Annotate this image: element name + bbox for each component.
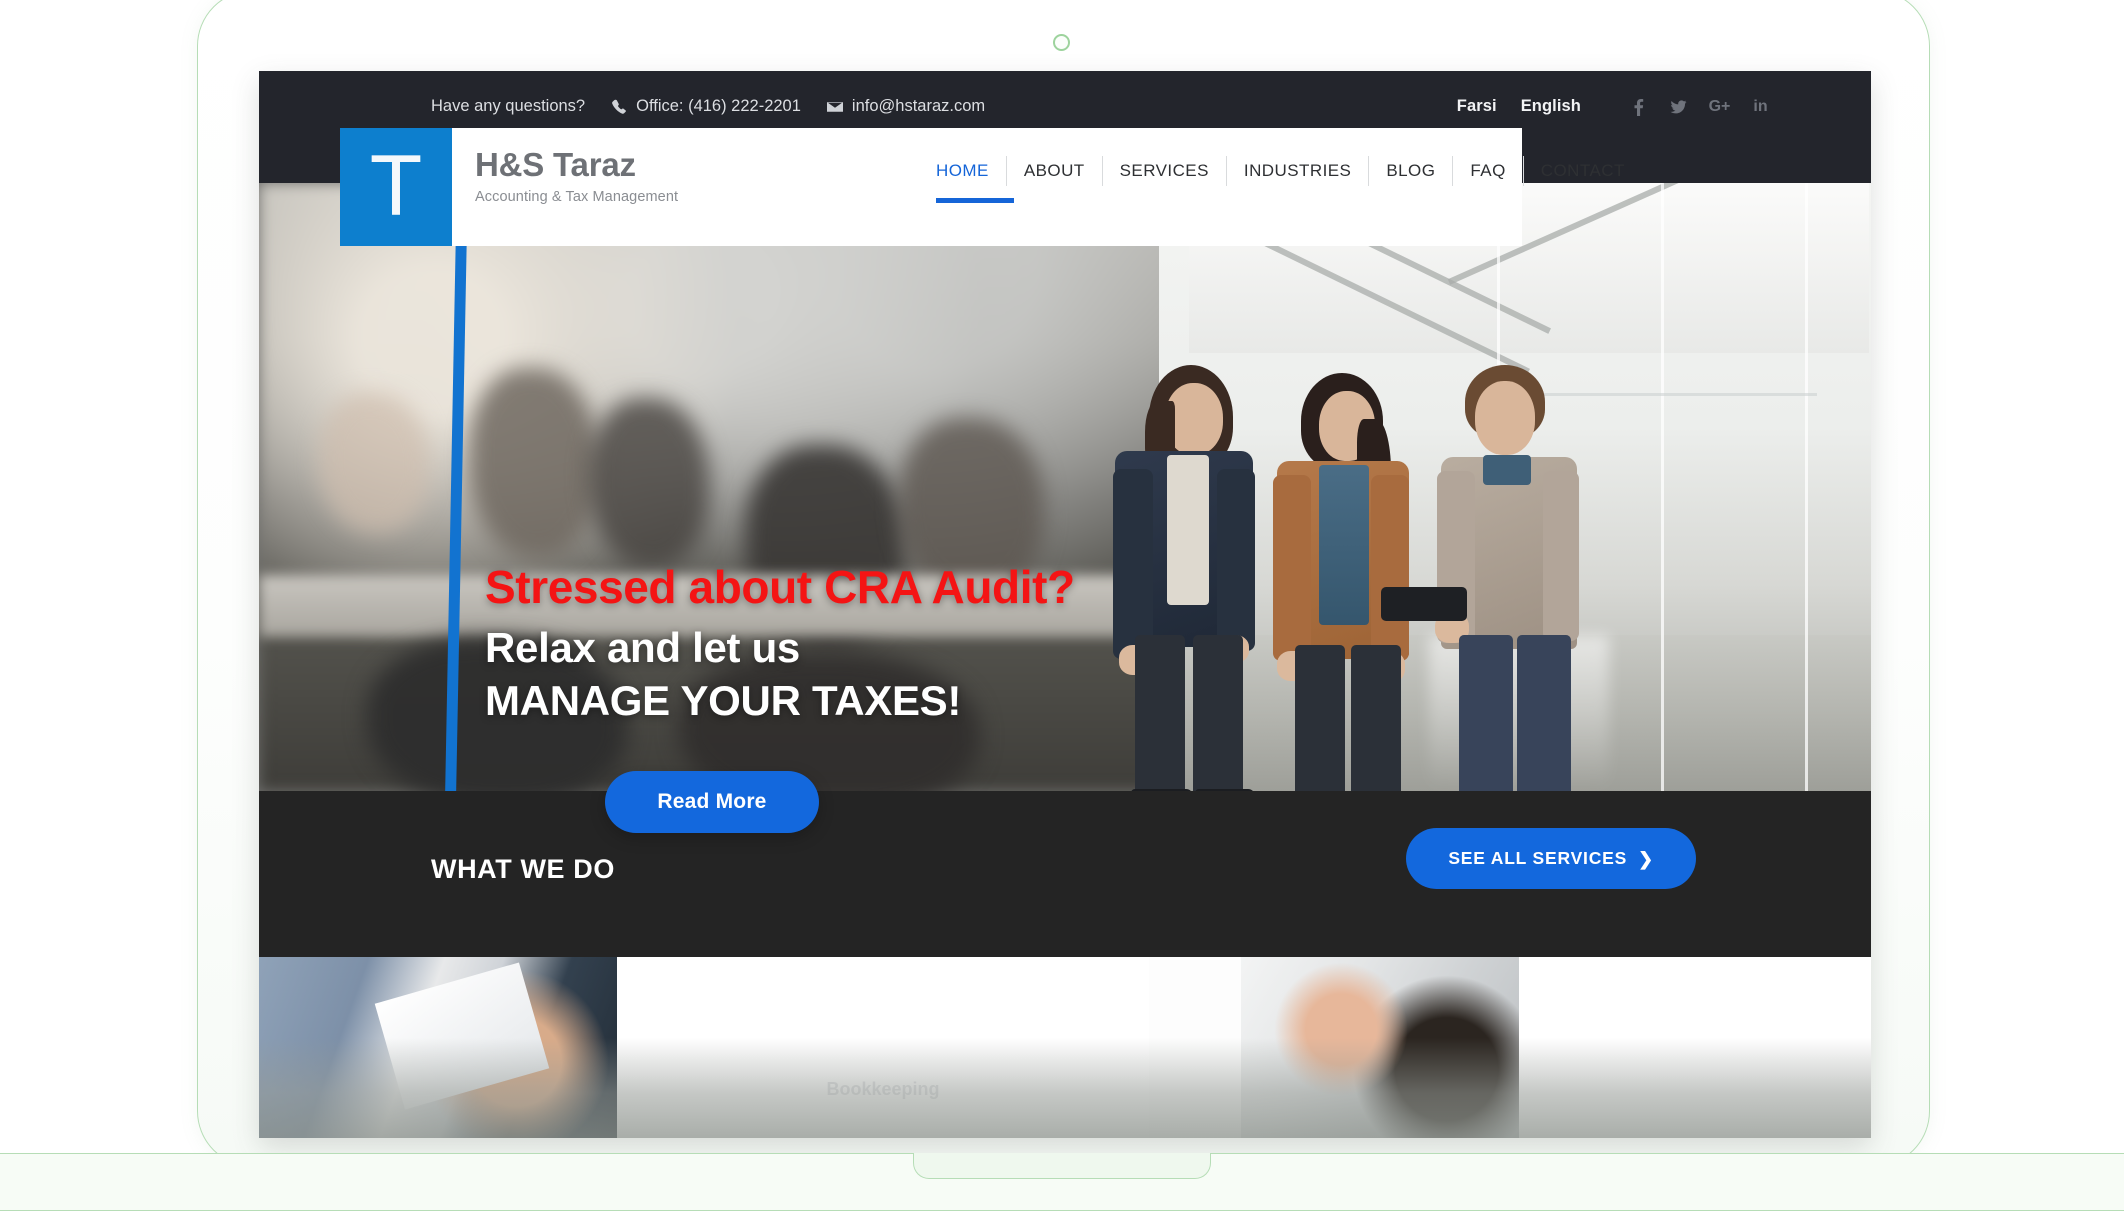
laptop-hinge-notch (913, 1153, 1211, 1179)
questions-label: Have any questions? (431, 97, 586, 115)
service-card-1[interactable] (259, 957, 617, 1138)
see-all-services-label: SEE ALL SERVICES (1448, 848, 1628, 868)
email-label: info@hstaraz.com (851, 97, 986, 115)
nav-item-faq[interactable]: FAQ (1452, 156, 1522, 186)
main-navigation: HOME ABOUT SERVICES INDUSTRIES BLOG FAQ … (919, 156, 1642, 203)
email-item[interactable]: info@hstaraz.com (826, 97, 986, 116)
what-we-do-title: WHAT WE DO (431, 854, 615, 884)
hero-headline-line-3: MANAGE YOUR TAXES! (485, 676, 962, 724)
phone-label: Office: (416) 222-2201 (636, 97, 801, 115)
hero-bg-shape (589, 398, 709, 568)
phone-item[interactable]: Office: (416) 222-2201 (611, 97, 801, 116)
logo-letter: T (369, 138, 423, 235)
hero-bg-shape (319, 393, 429, 533)
hero-headline-red: Stressed about CRA Audit? (485, 561, 1075, 613)
screenshot-stage: Have any questions? Office: (416) 222-22… (0, 0, 2124, 1224)
nav-item-contact[interactable]: CONTACT (1522, 156, 1642, 186)
service-card-3[interactable] (1149, 957, 1241, 1138)
service-card-4-image (1241, 957, 1519, 1138)
language-farsi[interactable]: Farsi (1457, 97, 1497, 116)
linkedin-icon[interactable]: in (1752, 97, 1769, 116)
logo-mark[interactable]: T (340, 128, 452, 246)
service-card-4[interactable] (1241, 957, 1519, 1138)
questions-text-item: Have any questions? (431, 97, 585, 116)
read-more-button[interactable]: Read More (605, 771, 819, 833)
language-english[interactable]: English (1521, 97, 1581, 116)
nav-item-about[interactable]: ABOUT (1005, 156, 1102, 186)
brand-block[interactable]: H&S Taraz Accounting & Tax Management (475, 146, 679, 205)
topbar-right-group: Farsi English G+ in (1457, 97, 1769, 116)
facebook-icon[interactable] (1629, 97, 1646, 116)
nav-item-services[interactable]: SERVICES (1101, 156, 1226, 186)
browser-viewport: Have any questions? Office: (416) 222-22… (259, 71, 1871, 1138)
phone-icon (611, 99, 627, 115)
hero-tablet (1381, 587, 1467, 621)
nav-item-blog[interactable]: BLOG (1368, 156, 1452, 186)
google-plus-icon[interactable]: G+ (1709, 97, 1731, 116)
nav-item-home[interactable]: HOME (919, 156, 1014, 203)
topbar-contact-group: Have any questions? Office: (416) 222-22… (431, 97, 985, 116)
hero-glass-mullion (1805, 183, 1808, 791)
nav-item-industries[interactable]: INDUSTRIES (1225, 156, 1368, 186)
hero-bg-shape (469, 368, 599, 558)
service-card-5[interactable] (1519, 957, 1871, 1138)
brand-name: H&S Taraz (475, 146, 636, 183)
camera-dot-icon (1053, 34, 1070, 51)
services-cards-strip: Bookkeeping (259, 957, 1871, 1138)
envelope-icon (826, 99, 843, 115)
service-card-2-caption: Bookkeeping (826, 1079, 940, 1099)
hero-headline-line-2: Relax and let us (485, 624, 800, 672)
hero-glass-rail (1497, 393, 1817, 396)
hero-glass-mullion (1661, 183, 1664, 791)
hero-section: Stressed about CRA Audit? Relax and let … (259, 183, 1871, 791)
social-links: G+ in (1629, 97, 1769, 116)
hero-headline-block: Stressed about CRA Audit? Relax and let … (485, 559, 1075, 726)
what-we-do-band: WHAT WE DO SEE ALL SERVICES ❯ (259, 791, 1871, 957)
service-card-2[interactable]: Bookkeeping (617, 957, 1149, 1138)
see-all-services-button[interactable]: SEE ALL SERVICES ❯ (1406, 828, 1696, 889)
twitter-icon[interactable] (1670, 97, 1687, 116)
brand-tagline: Accounting & Tax Management (475, 188, 679, 205)
chevron-right-icon: ❯ (1638, 848, 1654, 869)
